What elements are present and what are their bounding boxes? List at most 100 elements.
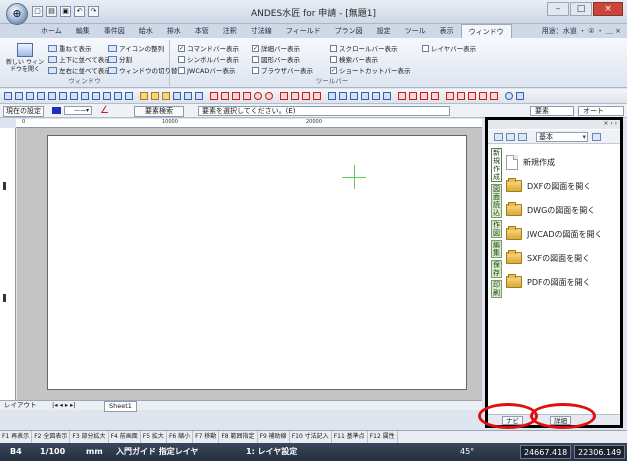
panel-mode-select[interactable]: 基本 <box>536 132 588 142</box>
vtab-load[interactable]: 図面読込 <box>491 184 502 218</box>
list-item-open-dxf[interactable]: DXFの図面を開く <box>506 174 618 198</box>
measure-icon[interactable] <box>70 92 78 100</box>
symbol-bar-checkbox[interactable] <box>178 55 185 63</box>
property-icon[interactable] <box>92 92 100 100</box>
target-icon[interactable] <box>505 92 513 100</box>
pan-icon[interactable] <box>48 92 56 100</box>
fkey-f6[interactable]: F6 縮小 <box>167 431 194 443</box>
ellipse-icon[interactable] <box>265 92 273 100</box>
polyline-icon[interactable] <box>221 92 229 100</box>
layout-tab[interactable]: レイアウト <box>4 401 37 410</box>
tab-dimension[interactable]: 寸法線 <box>244 24 279 38</box>
dimension-icon[interactable] <box>291 92 299 100</box>
fkey-f10[interactable]: F10 寸法記入 <box>290 431 332 443</box>
current-layer[interactable]: 1: レイヤ設定 <box>246 443 297 461</box>
arc-icon[interactable] <box>243 92 251 100</box>
tab-edit[interactable]: 編集 <box>69 24 97 38</box>
tab-annotation[interactable]: 注釈 <box>216 24 244 38</box>
element-mode-dropdown[interactable]: 要素 <box>530 106 574 116</box>
line-icon[interactable] <box>210 92 218 100</box>
tab-home[interactable]: ホーム <box>34 24 69 38</box>
copy-icon[interactable] <box>103 92 111 100</box>
trim-icon[interactable] <box>372 92 380 100</box>
panel-close-icon[interactable]: × ‹ › <box>603 120 617 128</box>
browser-bar-toggle[interactable]: ブラウザバー表示 <box>252 65 313 75</box>
split-button[interactable]: 分割 <box>108 54 132 64</box>
select-icon[interactable] <box>4 92 12 100</box>
tab-case-drawing[interactable]: 事件図 <box>97 24 132 38</box>
text-icon[interactable] <box>280 92 288 100</box>
angle-icon[interactable] <box>468 92 476 100</box>
paper-size[interactable]: B4 <box>10 443 22 461</box>
zoom-icon[interactable] <box>37 92 45 100</box>
slash-icon[interactable] <box>457 92 465 100</box>
tab-main-pipe[interactable]: 本管 <box>188 24 216 38</box>
panel-home-icon[interactable] <box>494 133 503 141</box>
sheet-tab-sheet1[interactable]: Sheet1 <box>104 401 137 412</box>
detail-bar-checkbox[interactable]: ✓ <box>252 44 259 52</box>
vtab-draw[interactable]: 作図 <box>491 220 502 238</box>
valve-icon[interactable] <box>409 92 417 100</box>
element-search-button[interactable]: 要素検索 <box>134 106 184 117</box>
fkey-f11[interactable]: F11 基準点 <box>332 431 368 443</box>
tab-drainage[interactable]: 排水 <box>160 24 188 38</box>
tab-tools[interactable]: ツール <box>398 24 433 38</box>
list-item-open-dwg[interactable]: DWGの図面を開く <box>506 198 618 222</box>
fkey-f1[interactable]: F1 再表示 <box>0 431 33 443</box>
list-item-open-jwcad[interactable]: JWCADの図面を開く <box>506 222 618 246</box>
layer-guide[interactable]: 入門ガイド 指定レイヤ <box>116 443 199 461</box>
unit-label[interactable]: mm <box>86 443 103 461</box>
command-bar-toggle[interactable]: ✓ コマンドバー表示 <box>178 43 239 53</box>
faucet-icon[interactable] <box>431 92 439 100</box>
fkey-f4[interactable]: F4 前画面 <box>109 431 141 443</box>
fkey-f2[interactable]: F2 全図表示 <box>32 431 71 443</box>
search-bar-toggle[interactable]: 検索バー表示 <box>330 54 378 64</box>
preview-icon[interactable] <box>184 92 192 100</box>
arrange-icons-button[interactable]: アイコンの整列 <box>108 43 164 53</box>
vtab-save[interactable]: 保存 <box>491 260 502 278</box>
new-window-button[interactable]: 新しい ウィンドウを開く <box>6 43 44 73</box>
line-type-dropdown[interactable]: ——▾ <box>64 106 92 115</box>
search-bar-checkbox[interactable] <box>330 55 337 63</box>
auto-mode-dropdown[interactable]: オート <box>578 106 624 116</box>
pen-icon[interactable] <box>479 92 487 100</box>
list-item-new[interactable]: 新規作成 <box>506 150 618 174</box>
delete-icon[interactable] <box>125 92 133 100</box>
scroll-bar-checkbox[interactable] <box>330 44 337 52</box>
maximize-button[interactable]: □ <box>570 2 592 16</box>
curve-icon[interactable] <box>490 92 498 100</box>
shape-bar-checkbox[interactable] <box>252 55 259 63</box>
drawing-scale[interactable]: 1/100 <box>40 443 65 461</box>
panel-titlebar[interactable]: × ‹ › <box>488 120 620 129</box>
list-item-open-sxf[interactable]: SXFの図面を開く <box>506 246 618 270</box>
scroll-bar-toggle[interactable]: スクロールバー表示 <box>330 43 398 53</box>
jwcad-bar-toggle[interactable]: JWCADバー表示 <box>178 65 235 75</box>
usage-indicator[interactable]: 用途：水道 ・ ② ・ ＿ × <box>542 24 621 38</box>
pen-tool-icon[interactable]: ∠ <box>100 105 109 116</box>
snap-icon[interactable] <box>26 92 34 100</box>
vtab-print[interactable]: 印刷 <box>491 280 502 298</box>
sheet-navigation[interactable]: |◂ ◂ ▸ ▸| <box>52 401 76 410</box>
tab-window[interactable]: ウィンドウ <box>460 24 512 38</box>
layer-bar-checkbox[interactable] <box>422 44 429 52</box>
fkey-f3[interactable]: F3 部分拡大 <box>70 431 109 443</box>
fkey-f8[interactable]: F8 範囲指定 <box>219 431 258 443</box>
cross-icon[interactable] <box>446 92 454 100</box>
tab-field[interactable]: フィールド <box>279 24 328 38</box>
save-icon[interactable] <box>162 92 170 100</box>
close-button[interactable]: × <box>593 2 623 16</box>
meter-icon[interactable] <box>420 92 428 100</box>
mirror-icon[interactable] <box>350 92 358 100</box>
redraw-icon[interactable] <box>59 92 67 100</box>
browser-bar-checkbox[interactable] <box>252 66 259 74</box>
drawing-sheet[interactable] <box>47 135 467 390</box>
fkey-f9[interactable]: F9 補助線 <box>258 431 290 443</box>
tile-horizontal-button[interactable]: 上下に並べて表示 <box>48 54 111 64</box>
fkey-f5[interactable]: F5 拡大 <box>141 431 167 443</box>
shape-bar-toggle[interactable]: 図形バー表示 <box>252 54 300 64</box>
tab-water-supply[interactable]: 給水 <box>132 24 160 38</box>
panel-back-icon[interactable] <box>506 133 515 141</box>
drawing-canvas[interactable] <box>17 128 482 400</box>
rotate-icon[interactable] <box>339 92 347 100</box>
info-icon[interactable] <box>516 92 524 100</box>
